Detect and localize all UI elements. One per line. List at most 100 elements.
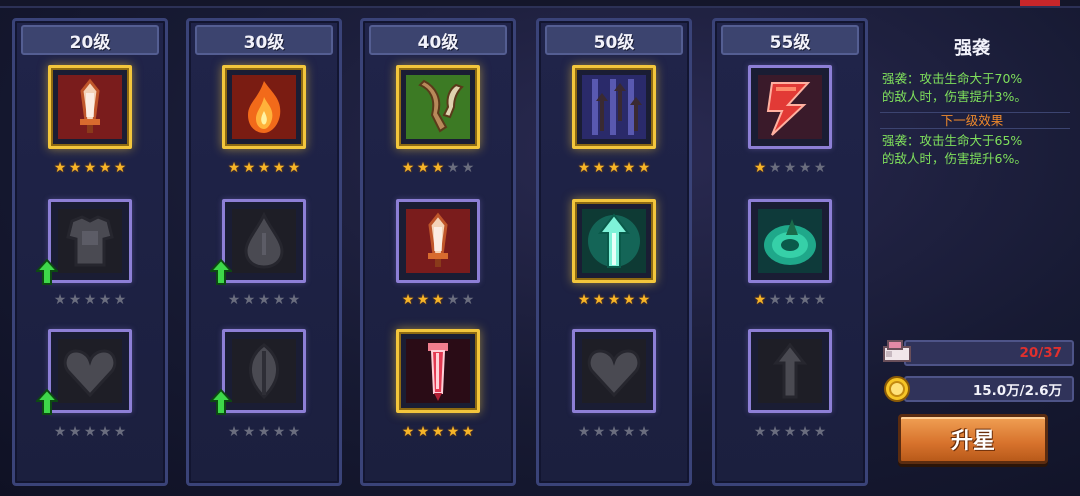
star-rating: ★ ★ ★ ★ ★	[227, 293, 311, 309]
star-rating: ★ ★ ★ ★ ★	[227, 425, 311, 441]
star-empty-icon: ★	[622, 424, 636, 440]
star-empty-icon: ★	[798, 424, 812, 440]
talent-slot[interactable]	[748, 199, 832, 283]
upgrade-available-arrow-icon	[34, 258, 60, 285]
arrow-icon	[755, 336, 825, 406]
star-empty-icon: ★	[798, 292, 812, 308]
star-filled-icon: ★	[431, 160, 445, 176]
level-header: 55级	[721, 25, 859, 55]
star-rating: ★ ★ ★ ★ ★	[753, 161, 837, 177]
star-filled-icon: ★	[401, 424, 415, 440]
star-empty-icon: ★	[53, 292, 67, 308]
star-empty-icon: ★	[768, 292, 782, 308]
star-filled-icon: ★	[592, 160, 606, 176]
top-accent	[1020, 0, 1060, 6]
star-empty-icon: ★	[272, 292, 286, 308]
talent-column-1: 20级 ★ ★ ★ ★ ★ ★ ★ ★ ★ ★ ★ ★ ★ ★ ★	[12, 18, 168, 486]
star-filled-icon: ★	[622, 292, 636, 308]
star-empty-icon: ★	[783, 424, 797, 440]
drop-icon	[229, 206, 299, 276]
talent-slot[interactable]	[396, 65, 480, 149]
star-filled-icon: ★	[68, 160, 82, 176]
next-effect-label: 下一级效果	[940, 113, 1004, 128]
talent-slot[interactable]	[572, 329, 656, 413]
talent-slot[interactable]	[396, 329, 480, 413]
star-empty-icon: ★	[227, 424, 241, 440]
current-effect-line-2: 的敌人时，伤害提升3%。	[882, 89, 1027, 104]
talent-slot[interactable]	[222, 65, 306, 149]
star-empty-icon: ★	[113, 424, 127, 440]
star-filled-icon: ★	[53, 160, 67, 176]
talent-slot[interactable]	[48, 199, 132, 283]
talent-slot[interactable]	[48, 65, 132, 149]
star-empty-icon: ★	[813, 292, 827, 308]
star-empty-icon: ★	[753, 424, 767, 440]
star-empty-icon: ★	[98, 424, 112, 440]
star-empty-icon: ★	[446, 292, 460, 308]
star-rating: ★ ★ ★ ★ ★	[53, 293, 137, 309]
upgrade-available-arrow-icon	[208, 258, 234, 285]
star-empty-icon: ★	[577, 424, 591, 440]
star-empty-icon: ★	[227, 292, 241, 308]
vortex-icon	[755, 206, 825, 276]
level-header: 50级	[545, 25, 683, 55]
star-filled-icon: ★	[401, 292, 415, 308]
star-rating: ★ ★ ★ ★ ★	[577, 293, 661, 309]
fragment-count: 20/37	[1019, 345, 1062, 361]
star-filled-icon: ★	[637, 292, 651, 308]
star-filled-icon: ★	[83, 160, 97, 176]
star-empty-icon: ★	[53, 424, 67, 440]
talent-slot[interactable]	[396, 199, 480, 283]
divider	[880, 128, 1070, 129]
lightning-icon	[755, 72, 825, 142]
crystal-sword-icon	[403, 336, 473, 406]
fire-icon	[229, 72, 299, 142]
upgrade-star-button[interactable]: 升星	[898, 414, 1048, 464]
star-empty-icon: ★	[272, 424, 286, 440]
talent-slot[interactable]	[222, 199, 306, 283]
star-filled-icon: ★	[431, 292, 445, 308]
talent-slot[interactable]	[572, 199, 656, 283]
sword-icon	[403, 206, 473, 276]
star-filled-icon: ★	[401, 160, 415, 176]
star-empty-icon: ★	[287, 292, 301, 308]
star-rating: ★ ★ ★ ★ ★	[753, 425, 837, 441]
gold-count: 15.0万/2.6万	[972, 383, 1062, 399]
talent-slot[interactable]	[48, 329, 132, 413]
star-filled-icon: ★	[431, 424, 445, 440]
star-filled-icon: ★	[113, 160, 127, 176]
talent-slot[interactable]	[748, 329, 832, 413]
star-filled-icon: ★	[622, 160, 636, 176]
next-effect-line-1: 强袭：攻击生命大于65%	[882, 133, 1023, 148]
star-filled-icon: ★	[577, 160, 591, 176]
talent-slot[interactable]	[748, 65, 832, 149]
star-rating: ★ ★ ★ ★ ★	[577, 161, 661, 177]
level-header: 30级	[195, 25, 333, 55]
star-empty-icon: ★	[242, 424, 256, 440]
star-filled-icon: ★	[607, 292, 621, 308]
star-empty-icon: ★	[798, 160, 812, 176]
heart-icon	[55, 336, 125, 406]
star-rating: ★ ★ ★ ★ ★	[401, 293, 485, 309]
star-empty-icon: ★	[768, 160, 782, 176]
star-filled-icon: ★	[242, 160, 256, 176]
star-rating: ★ ★ ★ ★ ★	[401, 161, 485, 177]
talent-slot[interactable]	[222, 329, 306, 413]
talent-column-2: 30级 ★ ★ ★ ★ ★ ★ ★ ★ ★ ★ ★ ★ ★ ★ ★	[186, 18, 342, 486]
fragment-icon	[880, 337, 914, 367]
talent-column-5: 55级 ★ ★ ★ ★ ★ ★ ★ ★ ★ ★ ★ ★ ★ ★ ★	[712, 18, 868, 486]
star-filled-icon: ★	[98, 160, 112, 176]
star-empty-icon: ★	[783, 292, 797, 308]
glow-arrow-icon	[579, 206, 649, 276]
star-empty-icon: ★	[461, 160, 475, 176]
star-rating: ★ ★ ★ ★ ★	[753, 293, 837, 309]
star-filled-icon: ★	[753, 292, 767, 308]
star-empty-icon: ★	[813, 424, 827, 440]
star-empty-icon: ★	[446, 160, 460, 176]
current-effect-line-1: 强袭：攻击生命大于70%	[882, 71, 1023, 86]
arrows-icon	[579, 72, 649, 142]
heart-icon	[579, 336, 649, 406]
talent-column-3: 40级 ★ ★ ★ ★ ★ ★ ★ ★ ★ ★ ★ ★ ★ ★ ★	[360, 18, 516, 486]
star-empty-icon: ★	[113, 292, 127, 308]
talent-slot[interactable]	[572, 65, 656, 149]
